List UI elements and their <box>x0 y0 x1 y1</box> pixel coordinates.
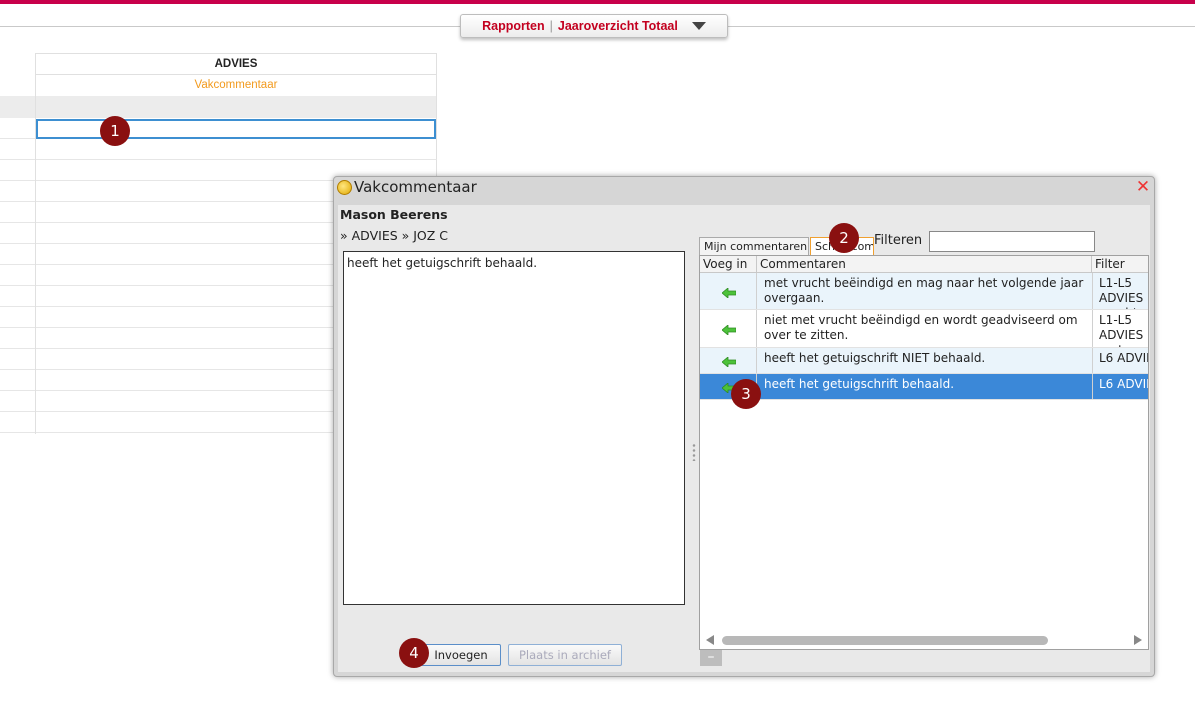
grid-column-header: ADVIES <box>35 53 437 75</box>
comment-textarea[interactable]: heeft het getuigschrift behaald. <box>343 251 685 605</box>
comment-cell: met vrucht beëindigd en mag naar het vol… <box>764 276 1084 305</box>
dialog-body: Mason Beerens » ADVIES » JOZ C heeft het… <box>338 205 1150 672</box>
insert-button[interactable]: Invoegen <box>421 644 501 666</box>
student-name: Mason Beerens <box>340 207 448 222</box>
breadcrumb: » ADVIES » JOZ C <box>340 228 449 243</box>
tab-mijn-commentaren[interactable]: Mijn commentaren <box>699 237 809 256</box>
comment-cell: heeft het getuigschrift behaald. <box>764 377 955 391</box>
filter-cell: L1-L5 ADVIES met vrucht <box>1092 310 1148 347</box>
active-grid-cell[interactable] <box>36 119 436 139</box>
grid-column-subheader[interactable]: Vakcommentaar <box>35 75 437 96</box>
column-header-filter[interactable]: Filter <box>1092 256 1148 273</box>
horizontal-scrollbar[interactable] <box>706 634 1142 646</box>
table-header: Voeg in Commentaren Filter <box>700 256 1148 273</box>
table-row[interactable]: met vrucht beëindigd en mag naar het vol… <box>700 273 1148 310</box>
insert-arrow-icon[interactable] <box>721 287 737 299</box>
step-badge-1: 1 <box>100 116 130 146</box>
step-badge-4: 4 <box>399 638 429 668</box>
report-name-label: Jaaroverzicht Totaal <box>557 19 678 33</box>
insert-cell[interactable] <box>700 348 757 373</box>
column-header-insert[interactable]: Voeg in <box>700 256 757 273</box>
report-menu-label: Rapporten <box>482 19 545 33</box>
column-header-comments[interactable]: Commentaren <box>757 256 1092 273</box>
insert-arrow-icon[interactable] <box>721 324 737 336</box>
report-menu-separator: | <box>549 19 553 33</box>
insert-cell[interactable] <box>700 273 757 309</box>
comment-cell: niet met vrucht beëindigd en wordt geadv… <box>764 313 1078 342</box>
archive-button[interactable]: Plaats in archief <box>508 644 622 666</box>
step-badge-2: 2 <box>829 223 859 253</box>
step-badge-3: 3 <box>731 379 761 409</box>
comments-table: Voeg in Commentaren Filter met vrucht be… <box>699 255 1149 650</box>
table-row[interactable]: heeft het getuigschrift NIET behaald. L6 … <box>700 348 1148 374</box>
filter-cell: L1-L5 ADVIES vrucht <box>1092 273 1148 309</box>
scroll-left-icon[interactable] <box>706 635 714 645</box>
filter-label: Filteren <box>874 233 923 248</box>
scroll-right-icon[interactable] <box>1134 635 1142 645</box>
filter-cell: L6 ADVIES <box>1092 348 1148 373</box>
grid-header-row <box>0 96 437 118</box>
splitter-handle[interactable] <box>692 443 696 461</box>
report-selector-button[interactable]: Rapporten | Jaaroverzicht Totaal <box>460 14 728 38</box>
top-accent-bar <box>0 0 1195 4</box>
grid-column-divider <box>35 96 36 434</box>
filter-input[interactable] <box>929 231 1095 252</box>
table-row[interactable]: niet met vrucht beëindigd en wordt geadv… <box>700 310 1148 348</box>
comment-cell: heeft het getuigschrift NIET behaald. <box>764 351 986 365</box>
grid-row[interactable] <box>0 139 437 160</box>
close-icon[interactable]: ✕ <box>1135 179 1151 196</box>
scrollbar-thumb[interactable] <box>722 636 1048 645</box>
dialog-title: Vakcommentaar <box>354 178 477 196</box>
collapse-button[interactable]: – <box>700 650 722 666</box>
chevron-down-icon <box>691 22 706 30</box>
insert-cell[interactable] <box>700 310 757 347</box>
dialog-titlebar[interactable]: Vakcommentaar ✕ <box>334 177 1154 199</box>
vakcommentaar-dialog: Vakcommentaar ✕ Mason Beerens » ADVIES »… <box>333 176 1155 677</box>
comment-icon <box>337 180 352 195</box>
table-row[interactable]: heeft het getuigschrift behaald. L6 ADVIE… <box>700 374 1148 400</box>
filter-cell: L6 ADVIES <box>1092 374 1148 399</box>
insert-arrow-icon[interactable] <box>721 356 737 368</box>
